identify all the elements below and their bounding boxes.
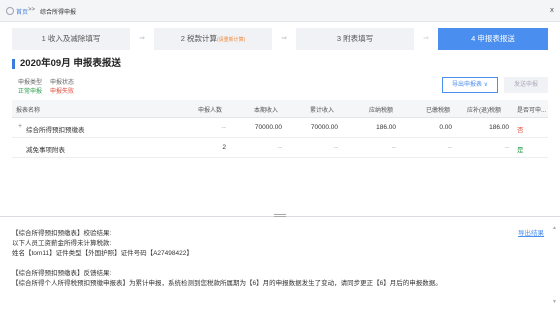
results-scrollbar[interactable]: ▲ ▼ (552, 225, 557, 305)
step-note: (请重新计算) (216, 37, 246, 43)
declaration-status-value: 申报失败 (50, 89, 75, 95)
table-header: 报表名称 申报人数 本期收入 累计收入 应纳税额 已缴税额 应补(退)税额 是否… (12, 100, 548, 118)
cell-tax-paid: -- (447, 144, 452, 151)
cell-tax-payable: -- (391, 144, 396, 151)
col-report-name: 报表名称 (16, 108, 41, 114)
result-line: 【综合所得预扣预缴表】校验结果: (12, 230, 112, 237)
cell-tax-due: 186.00 (489, 124, 509, 131)
expand-icon[interactable]: + (18, 123, 22, 130)
cell-tax-due: -- (504, 144, 509, 151)
breadcrumb-separator: >> (28, 7, 36, 13)
col-headcount: 申报人数 (198, 108, 223, 114)
result-line: 姓名【tom11】证件类型【外国护照】证件号码【A27498422】 (12, 250, 193, 257)
step-income-deduction[interactable]: 1 收入及减除填写 (12, 28, 130, 50)
step-label: 1 收入及减除填写 (41, 34, 101, 43)
result-line: 【综合所得个人所得税预扣预缴申报表】为累计申报，系统检测到您税款所属期为【6】月… (12, 280, 442, 287)
table-row[interactable]: + 综合所得预扣预缴表 -- 70000.00 70000.00 186.00 … (12, 118, 548, 138)
wizard-steps: 1 收入及减除填写 ⇒ 2 税款计算(请重新计算) ⇒ 3 附表填写 ⇒ 4 申… (12, 28, 548, 50)
step-arrow-icon: ⇒ (423, 35, 429, 42)
export-report-dropdown[interactable]: 导出申报表 ∨ (442, 77, 498, 93)
scroll-up-icon[interactable]: ▲ (552, 225, 557, 231)
breadcrumb-home-link[interactable]: 首页 (16, 7, 28, 16)
cell-headcount: 2 (222, 144, 226, 151)
scroll-down-icon[interactable]: ▼ (552, 299, 557, 305)
cell-tax-payable: 186.00 (376, 124, 396, 131)
close-icon[interactable]: ⅹ (550, 6, 554, 14)
result-line: 以下人员工资薪金所得未计算税款: (12, 240, 112, 247)
send-declaration-button[interactable]: 发送申报 (504, 77, 548, 93)
cell-tax-paid: 0.00 (439, 124, 452, 131)
col-tax-due: 应补(退)税额 (467, 108, 501, 114)
step-label: 4 申报表报送 (471, 34, 515, 43)
result-line: 【综合所得预扣预缴表】反馈结果: (12, 270, 112, 277)
step-tax-calculation[interactable]: 2 税款计算(请重新计算) (154, 28, 272, 50)
step-submit-report[interactable]: 4 申报表报送 (438, 28, 548, 50)
step-arrow-icon: ⇒ (281, 35, 287, 42)
export-results-link[interactable]: 导出结果 (518, 227, 544, 237)
resize-handle[interactable] (274, 214, 286, 217)
cell-cumulative-income: -- (333, 144, 338, 151)
validation-results-panel: 导出结果 【综合所得预扣预缴表】校验结果: 以下人员工资薪金所得未计算税款: 姓… (0, 214, 560, 310)
cell-report-name: 综合所得预扣预缴表 (26, 127, 85, 134)
step-label: 2 税款计算 (180, 34, 217, 43)
cell-can-declare: 是 (517, 147, 524, 154)
step-label: 3 附表填写 (336, 34, 374, 43)
cell-cumulative-income: 70000.00 (310, 124, 338, 131)
cell-headcount: -- (221, 124, 226, 131)
col-cumulative-income: 累计收入 (310, 108, 335, 114)
cell-current-income: -- (277, 144, 282, 151)
col-tax-payable: 应纳税额 (369, 108, 394, 114)
top-breadcrumb-bar: 首页 >> 综合所得申报 ⅹ (0, 0, 560, 22)
col-tax-paid: 已缴税额 (426, 108, 451, 114)
declaration-status-label: 申报状态 (50, 80, 75, 86)
declaration-type-label: 申报类型 (18, 80, 43, 86)
col-can-declare: 是否可申... (517, 108, 547, 114)
step-arrow-icon: ⇒ (139, 35, 145, 42)
cell-can-declare: 否 (517, 127, 524, 134)
step-attachment[interactable]: 3 附表填写 (296, 28, 414, 50)
declaration-type-value: 正常申报 (18, 89, 43, 95)
cell-report-name: 减免事项附表 (26, 147, 65, 154)
breadcrumb-current: 综合所得申报 (40, 10, 77, 16)
page-title: 2020年09月 申报表报送 (12, 59, 121, 69)
home-icon[interactable] (6, 7, 14, 15)
cell-current-income: 70000.00 (254, 124, 282, 131)
table-row[interactable]: 减免事项附表 2 -- -- -- -- -- 是 (12, 138, 548, 158)
col-current-income: 本期收入 (254, 108, 279, 114)
